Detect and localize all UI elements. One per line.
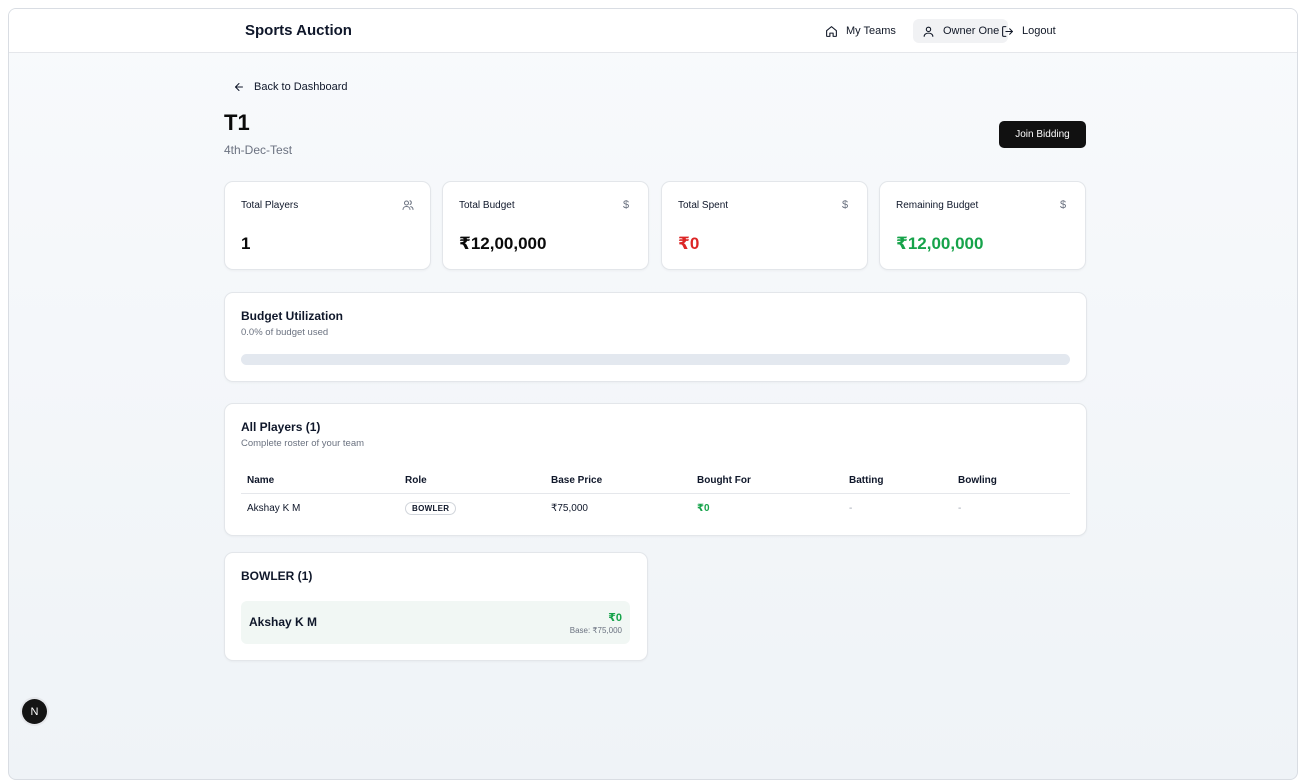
stat-card-remaining-budget: Remaining Budget $ ₹12,00,000 <box>879 181 1086 270</box>
player-role-cell: BOWLER <box>405 502 457 515</box>
card-title: Budget Utilization <box>241 309 343 323</box>
back-to-dashboard-link[interactable]: Back to Dashboard <box>233 81 348 93</box>
auction-name: 4th-Dec-Test <box>224 143 293 157</box>
stat-value: ₹12,00,000 <box>459 234 547 253</box>
batting-cell: - <box>849 503 853 514</box>
column-header: Name <box>247 475 275 486</box>
brand-title[interactable]: Sports Auction <box>245 22 352 39</box>
stat-value: ₹0 <box>678 234 700 253</box>
card-subtitle: Complete roster of your team <box>241 438 365 449</box>
stat-card-total-spent: Total Spent $ ₹0 <box>661 181 868 270</box>
card-subtitle: 0.0% of budget used <box>241 327 329 338</box>
budget-utilization-card: Budget Utilization 0.0% of budget used <box>224 292 1087 382</box>
budget-progress-bar <box>241 354 1070 365</box>
column-header: Role <box>405 475 427 486</box>
nav-my-teams-label: My Teams <box>846 25 896 37</box>
nextjs-dev-indicator-button[interactable]: N <box>22 699 47 724</box>
dollar-icon: $ <box>1059 199 1067 211</box>
nav-logout-label: Logout <box>1022 25 1056 37</box>
card-title: All Players (1) <box>241 420 321 434</box>
stat-card-total-players: Total Players 1 <box>224 181 431 270</box>
team-name: T1 <box>224 110 250 135</box>
stat-value: 1 <box>241 234 251 253</box>
home-icon <box>826 25 837 37</box>
stat-value: ₹12,00,000 <box>896 234 984 253</box>
bowling-cell: - <box>958 503 962 514</box>
back-link-label: Back to Dashboard <box>254 81 348 93</box>
all-players-card: All Players (1) Complete roster of your … <box>224 403 1087 536</box>
table-row[interactable]: Akshay K M BOWLER ₹75,000 ₹0 - - <box>241 494 1070 520</box>
stat-label: Total Players <box>241 200 299 211</box>
role-player-base: Base: ₹75,000 <box>569 626 622 635</box>
bowler-group-card: BOWLER (1) Akshay K M ₹0 Base: ₹75,000 <box>224 552 648 661</box>
column-header: Bought For <box>697 475 751 486</box>
app-window: Sports Auction My Teams Owner One Logout… <box>8 8 1298 780</box>
base-price-cell: ₹75,000 <box>551 503 588 514</box>
column-header: Batting <box>849 475 884 486</box>
bought-for-cell: ₹0 <box>697 503 710 514</box>
nav-my-teams[interactable]: My Teams <box>825 19 896 43</box>
role-player-item[interactable]: Akshay K M ₹0 Base: ₹75,000 <box>241 601 630 644</box>
nav-logout[interactable]: Logout <box>1001 19 1056 43</box>
stat-label: Remaining Budget <box>896 200 979 211</box>
nav-owner-profile[interactable]: Owner One <box>913 19 1009 43</box>
user-icon <box>923 26 934 37</box>
join-bidding-button[interactable]: Join Bidding <box>999 121 1086 148</box>
column-header: Bowling <box>958 475 997 486</box>
players-table: Name Role Base Price Bought For Batting … <box>241 468 1070 520</box>
logout-icon <box>1002 25 1013 37</box>
role-player-price: ₹0 <box>608 612 622 624</box>
role-player-name: Akshay K M <box>249 615 318 629</box>
stat-label: Total Spent <box>678 200 729 211</box>
stat-card-total-budget: Total Budget $ ₹12,00,000 <box>442 181 649 270</box>
column-header: Base Price <box>551 475 603 486</box>
dollar-icon: $ <box>622 199 630 211</box>
arrow-left-icon <box>235 83 243 91</box>
table-header-row: Name Role Base Price Bought For Batting … <box>241 468 1070 494</box>
top-navbar: Sports Auction My Teams Owner One Logout <box>9 9 1297 53</box>
player-name-cell: Akshay K M <box>247 503 301 514</box>
stat-label: Total Budget <box>459 200 515 211</box>
dollar-icon: $ <box>841 199 849 211</box>
role-group-title: BOWLER (1) <box>241 569 313 583</box>
role-badge: BOWLER <box>405 502 457 515</box>
users-icon <box>402 199 414 211</box>
nav-owner-label: Owner One <box>943 25 1000 37</box>
